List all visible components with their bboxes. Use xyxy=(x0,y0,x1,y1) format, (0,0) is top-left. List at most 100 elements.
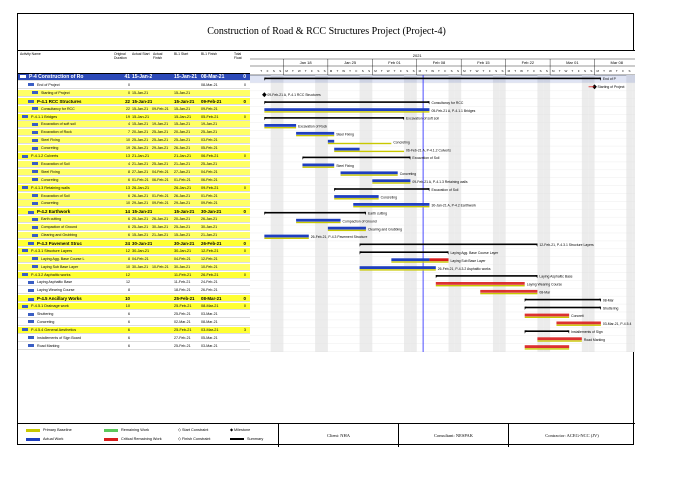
bar-label: Road Marking xyxy=(584,338,605,342)
cell-astart: 21-Jan-21 xyxy=(132,154,150,158)
col-total-float[interactable]: Total Float xyxy=(234,52,248,60)
activity-icon xyxy=(32,233,38,237)
table-row[interactable]: Road Marking 6 25-Feb-21 03-Mar-21 xyxy=(18,342,250,350)
day-letter: T xyxy=(438,69,440,73)
table-row[interactable]: P-4.2 Earthwork 14 15-Jan-21 15-Jan-21 30-Ja… xyxy=(18,208,250,216)
table-row[interactable]: Laying Sub Base Layer 10 30-Jan-21 10-Feb-2… xyxy=(18,263,250,271)
cell-blf: 04-Feb-21 xyxy=(201,169,218,174)
day-letter: S xyxy=(324,69,326,73)
cell-bls: 15-Jan-21 xyxy=(174,114,192,119)
cell-blf: 08-Mar-21 xyxy=(201,296,222,302)
table-row[interactable]: P-4.3 Pavement Struc 24 30-Jan-21 30-Jan-21… xyxy=(18,239,250,247)
cell-afin: 01-Feb-21 xyxy=(152,193,169,198)
table-row[interactable]: Concreting 19 26-Jan-21 29-Jan-21 26-Jan-21 0… xyxy=(18,145,250,153)
bar-label: Excavation of soft soil xyxy=(406,117,439,121)
summary-bar xyxy=(524,306,601,309)
activity-name: Clearing and Grubbing xyxy=(32,232,129,238)
table-row[interactable]: Compaction of Ground 6 25-Jan-21 30-Jan-21 2… xyxy=(18,224,250,232)
legend-milestone: ◆ Milestone xyxy=(230,428,251,432)
activity-icon xyxy=(28,336,34,340)
activity-name: Shuttering xyxy=(28,311,125,317)
baseline-bar xyxy=(480,292,538,295)
table-row[interactable]: P-4.5 Ancillary Works 10 25-Feb-21 08-Mar-2… xyxy=(18,295,250,303)
activity-name: Concreting xyxy=(28,319,125,325)
actual-bar xyxy=(372,179,411,183)
gantt-chart: 2021 Jan 18 Jan 25 Feb 01 Feb 08 Feb 15 Feb 22… xyxy=(250,50,635,352)
col-actual-finish[interactable]: Actual Finish xyxy=(153,52,169,60)
cell-bls: 11-Feb-21 xyxy=(174,280,191,285)
table-row[interactable]: Starting of Project 0 15-Jan-21 15-Jan-21 xyxy=(18,89,250,97)
wbs-icon xyxy=(20,75,26,79)
table-row[interactable]: P-4.5.1 Drainage work 10 25-Feb-21 08-Mar-2… xyxy=(18,303,250,311)
cell-blf: 09-Feb-21 xyxy=(201,106,218,111)
table-row[interactable]: Laying Wearing Course 8 18-Feb-21 26-Feb-21 xyxy=(18,287,250,295)
table-row[interactable]: Clearing and Grubbing 6 15-Jan-21 21-Jan-21… xyxy=(18,232,250,239)
cell-dur: 10 xyxy=(125,304,130,309)
activity-table: P-4 Construction of Ro4115-Jan-2115-Jan-… xyxy=(18,74,250,351)
baseline-bar xyxy=(334,198,379,200)
cell-afin: 10-Feb-21 xyxy=(152,264,169,269)
table-row[interactable]: Excavation of Soil 6 26-Jan-21 01-Feb-21 26-… xyxy=(18,192,250,200)
table-row[interactable]: Concreting 10 29-Jan-21 09-Feb-21 29-Jan-21 0… xyxy=(18,200,250,208)
cell-dur: 6 xyxy=(128,319,130,324)
cell-tf: 3 xyxy=(243,327,246,332)
table-row[interactable]: P-4.1.3 Retaining walls 13 26-Jan-21 26-Jan… xyxy=(18,184,250,192)
col-bl1-start[interactable]: BL1 Start xyxy=(174,52,196,56)
cell-astart: 15-Jan-21 xyxy=(132,74,152,80)
table-row[interactable]: Concreting 6 02-Mar-21 08-Mar-21 xyxy=(18,318,250,326)
cell-astart: 15-Jan-21 xyxy=(132,114,150,119)
cell-blf: 08-Mar-21 xyxy=(201,319,218,324)
table-row[interactable]: P-4 Construction of Ro4115-Jan-2115-Jan-… xyxy=(18,74,250,81)
col-original-duration[interactable]: Original Duration xyxy=(114,52,132,60)
table-row[interactable]: Consultancy for RCC 22 15-Jan-21 09-Feb-21 1… xyxy=(18,105,250,113)
activity-name-text: Excavation of soft soil xyxy=(41,122,76,127)
table-row[interactable]: Laying Agg. Base Course L 8 04-Feb-21 04-Fe… xyxy=(18,255,250,263)
table-row[interactable]: P-4.1 RCC Structures 22 15-Jan-21 15-Jan-21… xyxy=(18,97,250,105)
cell-afin: 26-Jan-21 xyxy=(152,217,169,222)
table-row[interactable]: P-4.1.1 Bridges 19 15-Jan-21 15-Jan-21 05-Fe… xyxy=(18,113,250,121)
critical-remaining-bar xyxy=(435,282,525,285)
day-letter: W xyxy=(387,69,390,73)
wbs-icon xyxy=(22,304,28,308)
day-letter: T xyxy=(483,69,485,73)
table-row[interactable]: Excavation of Soil 4 21-Jan-21 25-Jan-21 21-… xyxy=(18,160,250,168)
table-row[interactable]: Steel Fixing 8 27-Jan-21 04-Feb-21 27-Jan-21… xyxy=(18,168,250,176)
baseline-bar xyxy=(359,269,436,271)
bar-label: Starting of Project xyxy=(598,85,625,89)
table-row[interactable]: P-4.5.4 General Aesthetics 6 25-Feb-21 03-M… xyxy=(18,326,250,334)
table-row[interactable]: Laying Asphaltic Base 12 11-Feb-21 24-Feb-2… xyxy=(18,279,250,287)
table-row[interactable]: Concreting 6 01-Feb-21 06-Feb-21 01-Feb-21 06… xyxy=(18,176,250,184)
activity-icon xyxy=(32,194,38,198)
col-activity-name[interactable]: Activity Name xyxy=(20,52,80,56)
table-row[interactable]: Steel Fixing 10 25-Jan-21 25-Jan-21 25-Jan-2… xyxy=(18,137,250,145)
weekend-shade xyxy=(588,75,595,352)
table-row[interactable]: Shuttering 6 25-Feb-21 03-Mar-21 xyxy=(18,311,250,318)
table-row[interactable]: P-4.3.1 Structure Layers 12 30-Jan-21 30-Ja… xyxy=(18,247,250,255)
activity-name: Road Marking xyxy=(28,343,125,349)
table-row[interactable]: End of Project 0 08-Mar-21 0 xyxy=(18,81,250,89)
cell-bls: 20-Jan-21 xyxy=(174,217,191,222)
day-letter: W xyxy=(520,69,523,73)
table-row[interactable]: Excavation of soft soil 4 15-Jan-21 19-Jan-… xyxy=(18,121,250,129)
activity-name: P-4.1 RCC Structures xyxy=(28,98,125,104)
table-row[interactable]: P-4.1.2 Culverts 13 21-Jan-21 21-Jan-21 06-F… xyxy=(18,153,250,160)
day-letter: S xyxy=(279,69,281,73)
col-actual-start[interactable]: Actual Start xyxy=(132,52,150,56)
activity-name-text: Excavation of Soil xyxy=(41,161,70,166)
baseline-bar xyxy=(435,285,525,287)
wbs-icon xyxy=(22,249,28,253)
activity-name: P-4.3.1 Structure Layers xyxy=(22,248,119,254)
cell-dur: 10 xyxy=(126,201,130,206)
table-row[interactable]: P-4.3.2 Asphaltic works 12 11-Feb-21 26-Feb… xyxy=(18,271,250,279)
table-row[interactable]: Excavation of Rock 7 20-Jan-21 25-Jan-21 20-… xyxy=(18,129,250,137)
activity-name-text: Shuttering xyxy=(37,312,54,316)
col-bl1-finish[interactable]: BL1 Finish xyxy=(201,52,225,56)
table-row[interactable]: Installements of Sign Board 6 27-Feb-21 05-… xyxy=(18,334,250,342)
bar-label: Laying Sub Base Layer xyxy=(451,259,487,263)
table-row[interactable]: Earth cutting 6 20-Jan-21 26-Jan-21 20-Jan-2… xyxy=(18,216,250,224)
activity-icon xyxy=(28,288,34,292)
summary-bar xyxy=(359,243,538,246)
cell-bls: 30-Jan-21 xyxy=(174,240,195,246)
weekend-shade xyxy=(537,75,544,352)
cell-blf: 26-Feb-21 xyxy=(201,272,219,277)
